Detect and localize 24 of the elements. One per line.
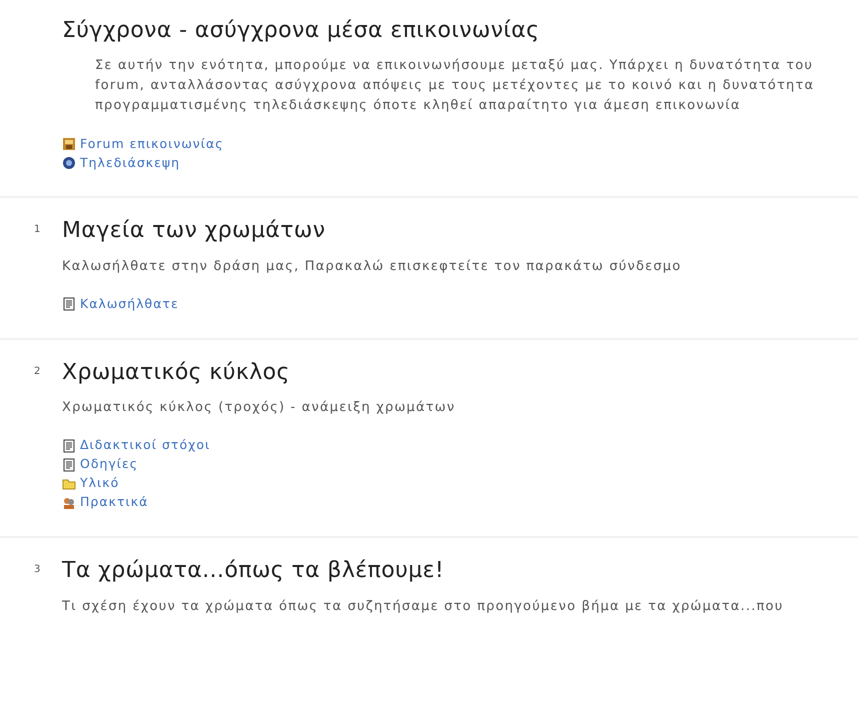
section-summary: Καλωσήλθατε στην δράση μας, Παρακαλώ επισκεφτείτε τον παρακάτω σύνδεσμο	[62, 258, 682, 276]
section-title: Χρωματικός κύκλος	[62, 360, 291, 386]
globe-icon	[62, 156, 76, 170]
section-title: Μαγεία των χρωμάτων	[62, 218, 326, 245]
resource-link[interactable]: Forum επικοινωνίας	[80, 134, 224, 154]
resource-link[interactable]: Καλωσήλθατε	[80, 294, 179, 314]
document-icon	[62, 438, 76, 453]
section-summary: Σε αυτήν την ενότητα, μπορούμε να επικοινωνήσουμε μεταξύ μας. Υπάρχει η δυνατότητα του forum, ανταλλάσοντας ασύγχρονα απόψεις με τους μετέχοντες με το κοινό και η δυνατότητα προγραμματισμένης τηλεδιάσκεψης όποτε κληθεί απαραίτητο για άμεση επικονωνία	[94, 57, 816, 116]
resource-link[interactable]: Τηλεδιάσκεψη	[80, 154, 180, 172]
section-summary: Τι σχέση έχουν τα χρώματα όπως τα συζητήσαμε στο προηγούμενο βήμα με τα χρώματα...που	[62, 598, 784, 616]
section-number: 1	[34, 224, 40, 236]
resource-link[interactable]: Διδακτικοί στόχοι	[80, 436, 210, 456]
section-title: Τα χρώματα...όπως τα βλέπουμε!	[62, 558, 446, 585]
document-icon	[62, 297, 76, 312]
section-number: 3	[34, 564, 40, 576]
people-icon	[62, 496, 76, 510]
document-icon	[62, 458, 76, 472]
section-number: 2	[34, 366, 40, 377]
resource-link[interactable]: Οδηγίες	[80, 455, 138, 474]
folder-icon	[62, 476, 76, 491]
section-title: Σύγχρονα - ασύγχρονα μέσα επικοινωνίας	[62, 18, 540, 44]
resource-link[interactable]: Πρακτικά	[80, 493, 148, 512]
section-summary: Χρωματικός κύκλος (τροχός) - ανάμειξη χρωμάτων	[62, 399, 456, 418]
resource-link[interactable]: Υλικό	[80, 474, 120, 494]
